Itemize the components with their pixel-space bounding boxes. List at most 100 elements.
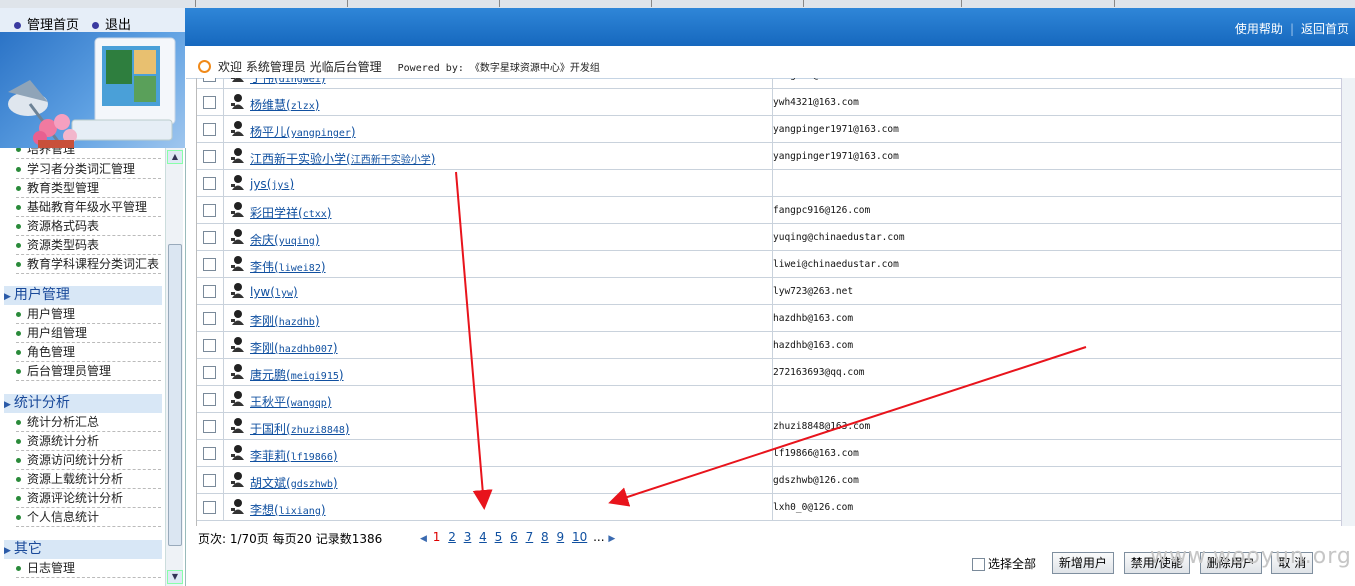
user-email: fangpc916@126.com <box>773 205 871 216</box>
sidebar-item[interactable]: 后台管理员管理 <box>16 362 161 381</box>
user-icon <box>231 202 244 217</box>
content-scrollbar[interactable] <box>1341 78 1355 526</box>
sidebar-item[interactable]: 学习者分类词汇管理 <box>16 160 161 179</box>
row-checkbox[interactable] <box>203 393 216 406</box>
row-checkbox[interactable] <box>203 123 216 136</box>
user-link[interactable]: 杨平儿(yangpinger) <box>250 123 356 140</box>
row-checkbox-cell <box>197 467 224 493</box>
user-link[interactable]: 李刚(hazdhb) <box>250 312 320 329</box>
page-link[interactable]: 6 <box>510 530 518 544</box>
user-name-cell: 李刚(hazdhb007) <box>224 332 773 358</box>
user-name-cell: 杨维慧(zlzx) <box>224 89 773 115</box>
row-checkbox[interactable] <box>203 366 216 379</box>
row-checkbox[interactable] <box>203 96 216 109</box>
user-link[interactable]: 于国利(zhuzi8848) <box>250 420 350 437</box>
sidebar-group-statistics[interactable]: ▶ 统计分析 <box>4 394 162 413</box>
sidebar-group-other[interactable]: ▶ 其它 <box>4 540 162 559</box>
user-name-cell: 李伟(liwei82) <box>224 251 773 277</box>
user-link[interactable]: 李刚(hazdhb007) <box>250 339 338 356</box>
user-email: gdszhwb@126.com <box>773 475 859 486</box>
user-icon <box>231 283 244 298</box>
user-name-cell: 李刚(hazdhb) <box>224 305 773 331</box>
sidebar-item[interactable]: 角色管理 <box>16 343 161 362</box>
user-icon <box>231 175 244 190</box>
sidebar-item[interactable]: 用户组管理 <box>16 324 161 343</box>
first-page-icon[interactable]: ◀ <box>420 534 427 544</box>
row-checkbox-cell <box>197 224 224 250</box>
page-link[interactable]: 9 <box>557 530 565 544</box>
user-link[interactable]: 江西新干实验小学(江西新干实验小学) <box>250 150 435 167</box>
sidebar-item[interactable]: 统计分析汇总 <box>16 413 161 432</box>
logout-link[interactable]: 退出 <box>92 14 131 33</box>
row-checkbox[interactable] <box>203 312 216 325</box>
page-link[interactable]: 1 <box>433 530 441 544</box>
add-user-button[interactable]: 新增用户 <box>1051 552 1114 574</box>
sidebar-scrollbar[interactable]: ▲ ▼ <box>165 148 183 586</box>
home-link[interactable]: 管理首页 <box>14 14 79 33</box>
user-link[interactable]: 李想(lixiang) <box>250 501 326 518</box>
sidebar-item[interactable]: 资源上载统计分析 <box>16 470 161 489</box>
user-email: dingwei@chinaedustar.com <box>773 78 910 81</box>
page-link[interactable]: 2 <box>448 530 456 544</box>
page-link[interactable]: 10 <box>572 530 587 544</box>
sidebar-item[interactable]: 资源格式码表 <box>16 217 161 236</box>
sidebar-item[interactable]: 日志管理 <box>16 559 161 578</box>
last-page-icon[interactable]: ▶ <box>608 534 615 544</box>
sidebar-item[interactable]: 基础教育年级水平管理 <box>16 198 161 217</box>
sidebar-item[interactable]: 资源访问统计分析 <box>16 451 161 470</box>
row-checkbox[interactable] <box>203 150 216 163</box>
row-checkbox[interactable] <box>203 177 216 190</box>
table-row: 李伟(liwei82) liwei@chinaedustar.com <box>197 251 1342 278</box>
sidebar-item[interactable]: 资源统计分析 <box>16 432 161 451</box>
table-row: 杨维慧(zlzx) ywh4321@163.com <box>197 89 1342 116</box>
select-all-checkbox[interactable]: 选择全部 <box>972 555 1036 572</box>
scrollbar-thumb[interactable] <box>168 244 182 546</box>
user-name-cell: 杨平儿(yangpinger) <box>224 116 773 142</box>
user-link[interactable]: 杨维慧(zlzx) <box>250 96 319 113</box>
row-checkbox[interactable] <box>203 420 216 433</box>
page-link[interactable]: 7 <box>526 530 534 544</box>
user-link[interactable]: 胡文斌(gdszhwb) <box>250 474 338 491</box>
help-link[interactable]: 使用帮助 <box>1235 22 1283 36</box>
scroll-down-icon[interactable]: ▼ <box>167 570 183 584</box>
row-checkbox[interactable] <box>203 258 216 271</box>
user-link[interactable]: 余庆(yuqing) <box>250 231 320 248</box>
row-checkbox[interactable] <box>203 204 216 217</box>
user-link[interactable]: lyw(lyw) <box>250 285 298 299</box>
table-row: 胡文斌(gdszhwb) gdszhwb@126.com <box>197 467 1342 494</box>
user-table: 丁伟(dingwei) dingwei@chinaedustar.com 杨维慧(z… <box>196 78 1342 526</box>
user-name-cell: 李菲莉(lf19866) <box>224 440 773 466</box>
table-row: 李菲莉(lf19866) lf19866@163.com <box>197 440 1342 467</box>
page-link[interactable]: 5 <box>495 530 503 544</box>
row-checkbox-cell <box>197 413 224 439</box>
sidebar-item[interactable]: 教育学科课程分类词汇表 <box>16 255 161 274</box>
user-link[interactable]: 李伟(liwei82) <box>250 258 326 275</box>
scroll-up-icon[interactable]: ▲ <box>167 150 183 164</box>
page-link[interactable]: 8 <box>541 530 549 544</box>
sidebar-item[interactable]: 资源类型码表 <box>16 236 161 255</box>
sidebar-item[interactable]: 个人信息统计 <box>16 508 161 527</box>
row-checkbox[interactable] <box>203 447 216 460</box>
row-checkbox[interactable] <box>203 231 216 244</box>
row-checkbox[interactable] <box>203 501 216 514</box>
row-checkbox[interactable] <box>203 78 216 82</box>
sidebar-group-user-management[interactable]: ▶ 用户管理 <box>4 286 162 305</box>
user-link[interactable]: 彩田学祥(ctxx) <box>250 204 331 221</box>
back-home-link[interactable]: 返回首页 <box>1301 22 1349 36</box>
row-checkbox-cell <box>197 359 224 385</box>
user-link[interactable]: jys(jys) <box>250 177 294 191</box>
sidebar-item[interactable]: 培养管理 <box>16 148 161 159</box>
user-link[interactable]: 王秋平(wangqp) <box>250 393 332 410</box>
top-nav: 管理首页 退出 <box>0 8 185 33</box>
page-link[interactable]: 4 <box>479 530 487 544</box>
user-link[interactable]: 丁伟(dingwei) <box>250 78 326 86</box>
user-link[interactable]: 唐元鹏(meigi915) <box>250 366 344 383</box>
user-link[interactable]: 李菲莉(lf19866) <box>250 447 338 464</box>
row-checkbox[interactable] <box>203 474 216 487</box>
page-link[interactable]: 3 <box>464 530 472 544</box>
sidebar-item[interactable]: 资源评论统计分析 <box>16 489 161 508</box>
row-checkbox[interactable] <box>203 285 216 298</box>
sidebar-item[interactable]: 教育类型管理 <box>16 179 161 198</box>
sidebar-item[interactable]: 用户管理 <box>16 305 161 324</box>
row-checkbox[interactable] <box>203 339 216 352</box>
